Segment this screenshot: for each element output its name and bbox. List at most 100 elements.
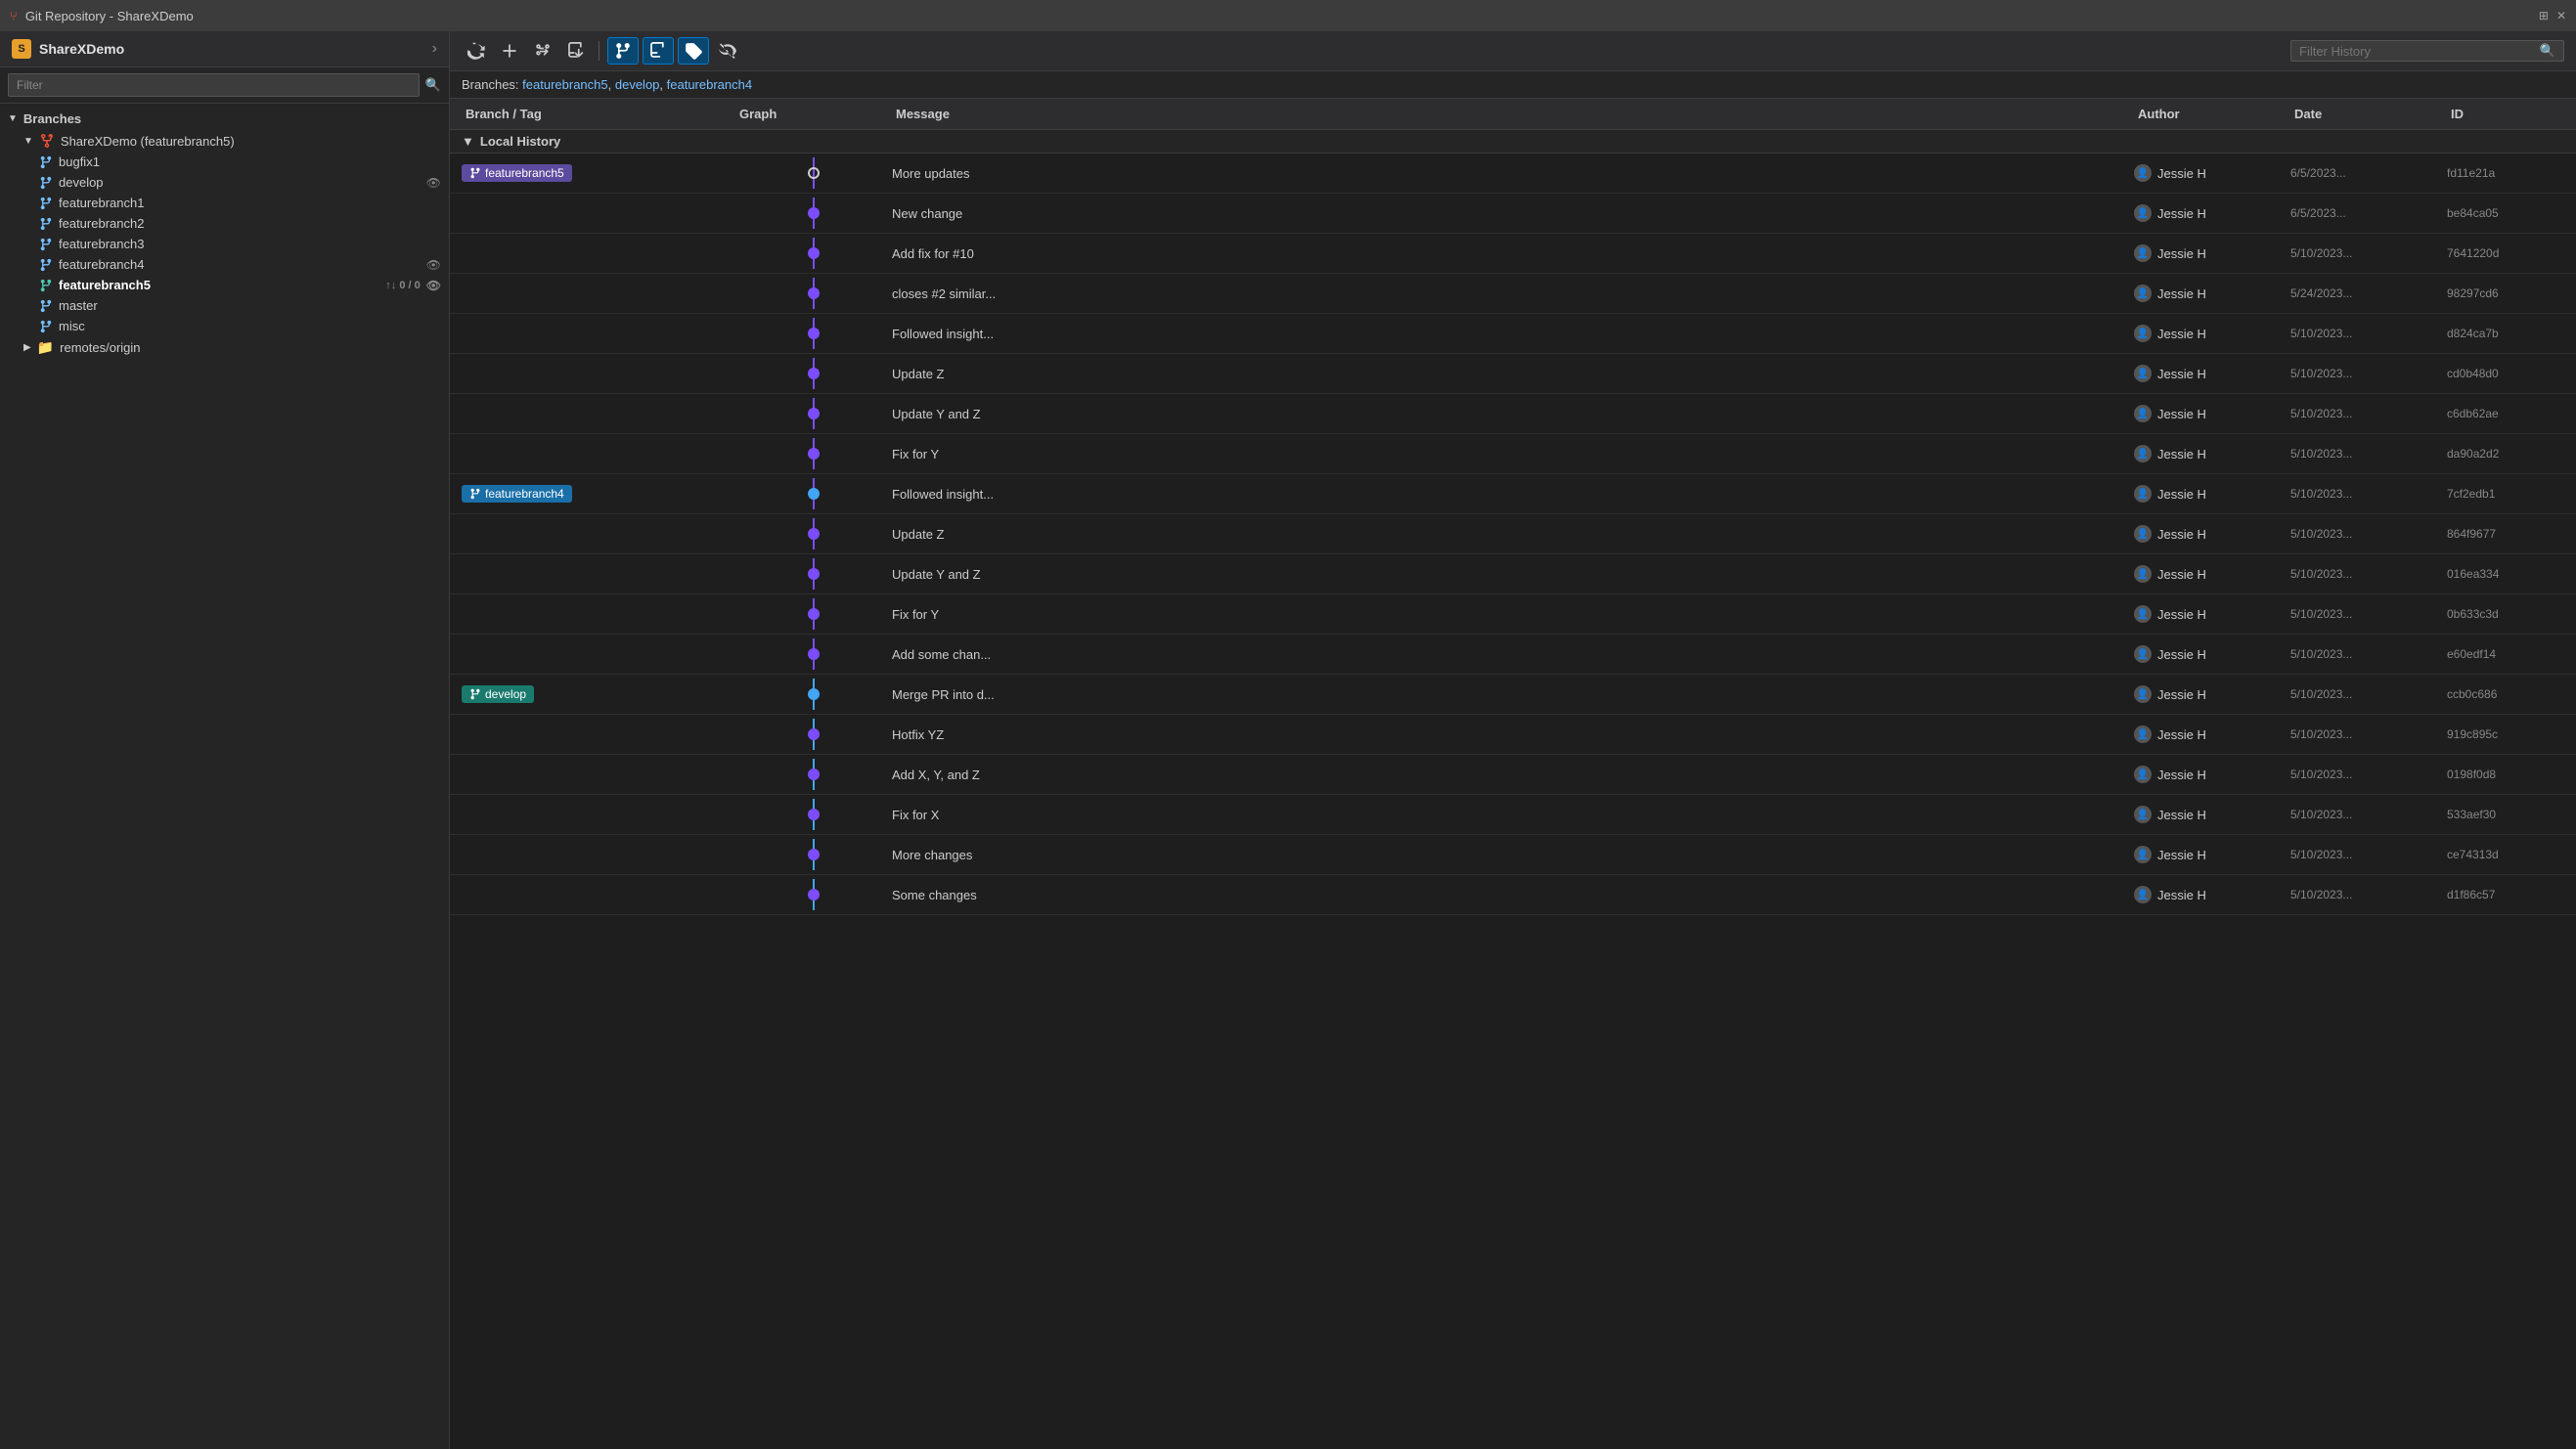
commit-row[interactable]: New change👤 Jessie H6/5/2023...be84ca05 [450, 194, 2576, 234]
commit-author: 👤 Jessie H [2134, 846, 2290, 863]
commit-message: Update Y and Z [892, 407, 2134, 421]
branch-icon [39, 279, 53, 292]
expand-triangle-icon: ▼ [8, 113, 18, 124]
branch-list: bugfix1 develop👁 featurebranch1 featureb… [0, 152, 449, 336]
commit-date: 5/10/2023... [2290, 888, 2447, 901]
sidebar-title: ShareXDemo [39, 41, 424, 57]
commit-id: da90a2d2 [2447, 447, 2564, 461]
commit-message: Followed insight... [892, 327, 2134, 341]
branch-header-link-develop[interactable]: develop [615, 77, 660, 92]
fetch-button[interactable] [495, 38, 524, 64]
branch-header-link-featurebranch5[interactable]: featurebranch5 [522, 77, 607, 92]
author-name: Jessie H [2157, 808, 2206, 822]
remotes-expand-icon: ▶ [23, 342, 31, 353]
refresh-button[interactable] [462, 38, 491, 64]
commit-author: 👤 Jessie H [2134, 204, 2290, 222]
commit-date: 5/10/2023... [2290, 687, 2447, 701]
branch-item-featurebranch2[interactable]: featurebranch2 [0, 213, 449, 234]
author-name: Jessie H [2157, 687, 2206, 702]
eye-icon[interactable]: 👁 [426, 279, 441, 292]
commit-message: Fix for X [892, 808, 2134, 822]
commit-graph-cell [735, 518, 892, 549]
branch-item-develop[interactable]: develop👁 [0, 172, 449, 193]
commit-row[interactable]: Update Y and Z👤 Jessie H5/10/2023...c6db… [450, 394, 2576, 434]
author-avatar: 👤 [2134, 244, 2152, 262]
branch-item-featurebranch3[interactable]: featurebranch3 [0, 234, 449, 254]
commit-date: 5/10/2023... [2290, 647, 2447, 661]
commit-date: 5/10/2023... [2290, 808, 2447, 821]
commit-row[interactable]: Fix for X👤 Jessie H5/10/2023...533aef30 [450, 795, 2576, 835]
local-history-header: ▼ Local History [450, 130, 2576, 154]
eye-icon[interactable]: 👁 [426, 176, 441, 190]
commit-graph-cell [735, 157, 892, 189]
commit-id: 919c895c [2447, 727, 2564, 741]
commit-author: 👤 Jessie H [2134, 685, 2290, 703]
author-avatar: 👤 [2134, 204, 2152, 222]
branches-section-header[interactable]: ▼ Branches [0, 108, 449, 130]
filter-search-icon[interactable]: 🔍 [425, 77, 441, 93]
branch-item-featurebranch4[interactable]: featurebranch4 👁 [0, 254, 449, 275]
branches-header: Branches: featurebranch5, develop, featu… [450, 71, 2576, 99]
commit-rows-container: featurebranch5More updates👤 Jessie H6/5/… [450, 154, 2576, 915]
author-avatar: 👤 [2134, 886, 2152, 903]
eye-icon[interactable]: 👁 [426, 258, 441, 272]
commit-id: ccb0c686 [2447, 687, 2564, 701]
branch-item-featurebranch5[interactable]: featurebranch5↑↓ 0 / 0👁 [0, 275, 449, 295]
commit-row[interactable]: Add fix for #10👤 Jessie H5/10/2023...764… [450, 234, 2576, 274]
branch-item-featurebranch1[interactable]: featurebranch1 [0, 193, 449, 213]
commit-graph-button[interactable] [643, 37, 674, 65]
sidebar-collapse-button[interactable]: › [432, 40, 437, 58]
commit-date: 5/10/2023... [2290, 607, 2447, 621]
commit-id: 7641220d [2447, 246, 2564, 260]
commit-row[interactable]: featurebranch4Followed insight...👤 Jessi… [450, 474, 2576, 514]
close-icon[interactable]: ✕ [2556, 9, 2566, 22]
commit-id: 7cf2edb1 [2447, 487, 2564, 501]
author-avatar: 👤 [2134, 565, 2152, 583]
push-button[interactable] [561, 38, 591, 64]
local-history-label: Local History [480, 134, 560, 149]
remotes-origin-item[interactable]: ▶ 📁 remotes/origin [0, 336, 449, 359]
branch-name-label: featurebranch4 [59, 257, 421, 272]
branch-item-bugfix1[interactable]: bugfix1 [0, 152, 449, 172]
commit-row[interactable]: Update Y and Z👤 Jessie H5/10/2023...016e… [450, 554, 2576, 594]
branch-header-link-featurebranch4[interactable]: featurebranch4 [667, 77, 752, 92]
author-name: Jessie H [2157, 727, 2206, 742]
commit-row[interactable]: Update Z👤 Jessie H5/10/2023...cd0b48d0 [450, 354, 2576, 394]
commit-row[interactable]: featurebranch5More updates👤 Jessie H6/5/… [450, 154, 2576, 194]
commit-row[interactable]: More changes👤 Jessie H5/10/2023...ce7431… [450, 835, 2576, 875]
pin-icon[interactable]: ⊞ [2539, 9, 2549, 22]
branch-view-button[interactable] [607, 37, 639, 65]
commit-row[interactable]: developMerge PR into d...👤 Jessie H5/10/… [450, 675, 2576, 715]
commit-row[interactable]: Fix for Y👤 Jessie H5/10/2023...da90a2d2 [450, 434, 2576, 474]
commit-row[interactable]: Fix for Y👤 Jessie H5/10/2023...0b633c3d [450, 594, 2576, 635]
commit-row[interactable]: Add some chan...👤 Jessie H5/10/2023...e6… [450, 635, 2576, 675]
commit-row[interactable]: Hotfix YZ👤 Jessie H5/10/2023...919c895c [450, 715, 2576, 755]
branch-name-label: featurebranch1 [59, 196, 441, 210]
commit-id: be84ca05 [2447, 206, 2564, 220]
author-name: Jessie H [2157, 447, 2206, 461]
commit-graph-cell [735, 198, 892, 229]
commit-author: 👤 Jessie H [2134, 766, 2290, 783]
commit-graph-cell [735, 598, 892, 630]
commit-row[interactable]: Update Z👤 Jessie H5/10/2023...864f9677 [450, 514, 2576, 554]
sidebar-filter-input[interactable] [8, 73, 420, 97]
branch-name-label: featurebranch5 [59, 278, 379, 292]
title-text: Git Repository - ShareXDemo [25, 9, 2531, 23]
branch-item-misc[interactable]: misc [0, 316, 449, 336]
repo-root-item[interactable]: ▼ ShareXDemo (featurebranch5) [0, 130, 449, 152]
commit-row[interactable]: Some changes👤 Jessie H5/10/2023...d1f86c… [450, 875, 2576, 915]
commit-row[interactable]: closes #2 similar...👤 Jessie H5/24/2023.… [450, 274, 2576, 314]
pull-button[interactable] [528, 38, 557, 64]
eye-hide-button[interactable] [713, 38, 742, 64]
filter-search-icon[interactable]: 🔍 [2540, 43, 2555, 59]
filter-history-box: 🔍 [2290, 40, 2564, 62]
tag-button[interactable] [678, 37, 709, 65]
branch-icon [39, 320, 53, 333]
commit-id: 533aef30 [2447, 808, 2564, 821]
author-avatar: 👤 [2134, 285, 2152, 302]
commit-row[interactable]: Followed insight...👤 Jessie H5/10/2023..… [450, 314, 2576, 354]
filter-history-input[interactable] [2299, 44, 2534, 59]
branch-item-master[interactable]: master [0, 295, 449, 316]
commit-row[interactable]: Add X, Y, and Z👤 Jessie H5/10/2023...019… [450, 755, 2576, 795]
commit-date: 5/10/2023... [2290, 527, 2447, 541]
